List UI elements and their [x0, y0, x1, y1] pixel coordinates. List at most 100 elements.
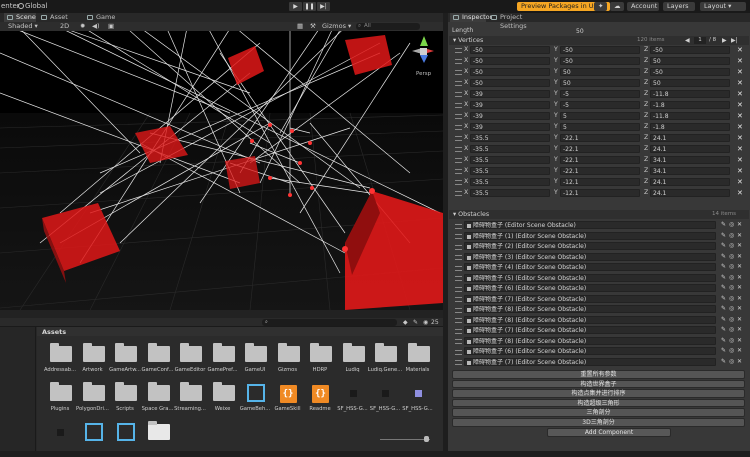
label-icon[interactable]: ✎: [413, 319, 418, 326]
pause-button[interactable]: ❚❚: [303, 2, 316, 11]
drag-handle-icon[interactable]: [455, 255, 462, 260]
close-icon[interactable]: ✕: [737, 336, 742, 346]
vertex-z-field[interactable]: -1.8: [650, 101, 730, 109]
tab-scene[interactable]: Scene: [4, 13, 36, 22]
vertex-z-field[interactable]: 24.1: [650, 134, 730, 142]
drag-handle-icon[interactable]: [455, 48, 462, 53]
target-icon[interactable]: ◎: [729, 283, 734, 293]
zoom-slider[interactable]: [380, 436, 430, 442]
drag-handle-icon[interactable]: [455, 234, 462, 239]
vertex-y-field[interactable]: -12.1: [560, 178, 640, 186]
asset-item[interactable]: [110, 421, 140, 457]
asset-item[interactable]: Addressab...: [45, 343, 75, 379]
vertex-z-field[interactable]: -50: [650, 68, 730, 76]
target-icon[interactable]: ◎: [729, 262, 734, 272]
remove-vertex-button[interactable]: ✕: [737, 177, 743, 187]
global-toggle[interactable]: Global: [25, 2, 47, 10]
drag-handle-icon[interactable]: [455, 158, 462, 163]
asset-item[interactable]: [78, 421, 108, 457]
page-input[interactable]: 1: [694, 37, 706, 44]
asset-item[interactable]: [143, 421, 173, 457]
close-icon[interactable]: ✕: [737, 294, 742, 304]
target-icon[interactable]: ◎: [729, 304, 734, 314]
scene-search-input[interactable]: ⌕All: [356, 23, 420, 30]
vertex-y-field[interactable]: 50: [560, 79, 640, 87]
asset-item[interactable]: GamePref...: [208, 343, 238, 379]
asset-item[interactable]: Gizmos: [273, 343, 303, 379]
obstacle-field[interactable]: 障碍物盒子 (2) (Editor Scene Obstacle): [464, 242, 716, 250]
vertex-x-field[interactable]: -50: [470, 46, 550, 54]
vertex-z-field[interactable]: 34.1: [650, 156, 730, 164]
shading-mode-dropdown[interactable]: Shaded ▾: [8, 22, 38, 31]
page-last-button[interactable]: ▶|: [731, 36, 738, 45]
remove-vertex-button[interactable]: ✕: [737, 56, 743, 66]
filter-icon[interactable]: ◆: [403, 319, 408, 326]
tools-icon[interactable]: ⚒: [310, 22, 316, 31]
vertex-x-field[interactable]: -35.5: [470, 189, 550, 197]
page-prev-button[interactable]: ◀: [685, 36, 690, 45]
reset-params-button[interactable]: 重置所有参数: [452, 370, 745, 379]
close-icon[interactable]: ✕: [737, 262, 742, 272]
remove-vertex-button[interactable]: ✕: [737, 144, 743, 154]
vertex-z-field[interactable]: 24.1: [650, 189, 730, 197]
asset-item[interactable]: GameEditor: [175, 343, 205, 379]
pencil-icon[interactable]: ✎: [721, 283, 726, 293]
remove-vertex-button[interactable]: ✕: [737, 78, 743, 88]
drag-handle-icon[interactable]: [455, 287, 462, 292]
drag-handle-icon[interactable]: [455, 318, 462, 323]
layers-dropdown[interactable]: Layers ▾: [663, 2, 695, 11]
remove-vertex-button[interactable]: ✕: [737, 111, 743, 121]
obstacle-field[interactable]: 障碍物盒子 (5) (Editor Scene Obstacle): [464, 274, 716, 282]
pencil-icon[interactable]: ✎: [721, 294, 726, 304]
vertex-y-field[interactable]: -22.1: [560, 156, 640, 164]
asset-item[interactable]: Plugins: [45, 382, 75, 418]
pencil-icon[interactable]: ✎: [721, 325, 726, 335]
pencil-icon[interactable]: ✎: [721, 315, 726, 325]
vertex-y-field[interactable]: -5: [560, 101, 640, 109]
asset-item[interactable]: GameArtw...: [110, 343, 140, 379]
vertex-x-field[interactable]: -35.5: [470, 178, 550, 186]
drag-handle-icon[interactable]: [455, 180, 462, 185]
vertex-x-field[interactable]: -35.5: [470, 134, 550, 142]
project-search-input[interactable]: ⌕: [262, 319, 397, 326]
close-icon[interactable]: ✕: [737, 241, 742, 251]
assets-header[interactable]: Assets: [42, 328, 66, 336]
target-icon[interactable]: ◎: [729, 336, 734, 346]
tab-project-settings[interactable]: Project Settings: [488, 13, 548, 22]
vertex-y-field[interactable]: -12.1: [560, 189, 640, 197]
remove-vertex-button[interactable]: ✕: [737, 67, 743, 77]
remove-vertex-button[interactable]: ✕: [737, 89, 743, 99]
drag-handle-icon[interactable]: [455, 147, 462, 152]
triangulate-3d-button[interactable]: 3D三角剖分: [452, 418, 745, 427]
obstacles-header[interactable]: ▾ Obstacles 14 items: [449, 210, 749, 219]
close-icon[interactable]: ✕: [737, 315, 742, 325]
target-icon[interactable]: ◎: [729, 294, 734, 304]
vertex-y-field[interactable]: 5: [560, 112, 640, 120]
asset-item[interactable]: HDRP: [305, 343, 335, 379]
pencil-icon[interactable]: ✎: [721, 220, 726, 230]
asset-item[interactable]: SF_HSS-G...: [370, 382, 400, 418]
pivot-center-toggle[interactable]: enter: [1, 2, 20, 10]
drag-handle-icon[interactable]: [455, 297, 462, 302]
drag-handle-icon[interactable]: [455, 169, 462, 174]
scene-canvas[interactable]: Persp: [0, 13, 443, 310]
vertex-x-field[interactable]: -39: [470, 112, 550, 120]
obstacle-field[interactable]: 障碍物盒子 (7) (Editor Scene Obstacle): [464, 326, 716, 334]
vertex-y-field[interactable]: -22.1: [560, 167, 640, 175]
asset-item[interactable]: {}GameSkill: [273, 382, 303, 418]
drag-handle-icon[interactable]: [455, 224, 462, 229]
close-icon[interactable]: ✕: [737, 346, 742, 356]
remove-vertex-button[interactable]: ✕: [737, 45, 743, 55]
layout-dropdown[interactable]: Layout ▾: [700, 2, 746, 11]
pencil-icon[interactable]: ✎: [721, 357, 726, 367]
asset-item[interactable]: Scripts: [110, 382, 140, 418]
page-next-button[interactable]: ▶: [722, 36, 727, 45]
tab-asset-store[interactable]: Asset Store: [38, 13, 82, 22]
remove-vertex-button[interactable]: ✕: [737, 166, 743, 176]
asset-item[interactable]: GameBeh...: [240, 382, 270, 418]
obstacle-field[interactable]: 障碍物盒子 (3) (Editor Scene Obstacle): [464, 253, 716, 261]
length-field[interactable]: 50: [573, 27, 738, 35]
drag-handle-icon[interactable]: [455, 308, 462, 313]
vertex-z-field[interactable]: -11.8: [650, 112, 730, 120]
build-point-set-button[interactable]: 构造点集并进行排序: [452, 389, 745, 398]
